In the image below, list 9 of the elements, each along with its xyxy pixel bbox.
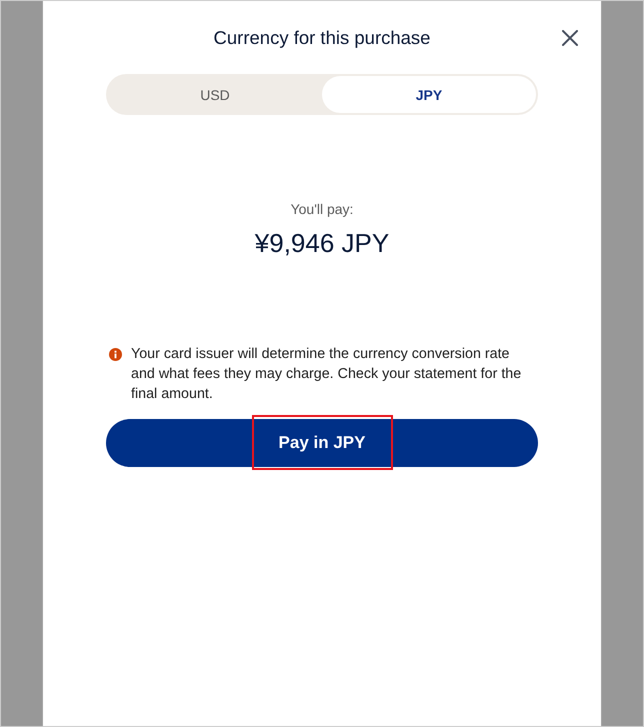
currency-option[interactable]: USD [108,76,322,113]
currency-option[interactable]: JPY [322,76,536,113]
total-label: You'll pay: [290,200,354,219]
dialog-title: Currency for this purchase [214,26,430,50]
total-amount: ¥9,946 JPY [254,227,390,259]
notice-text: Your card issuer will determine the currency conversion rate and what fees they may charge. Check your statement for the final amount. [131,345,522,404]
pay-button[interactable]: Pay in JPY [106,419,538,467]
info-icon [109,348,122,361]
close-icon[interactable] [562,30,578,46]
